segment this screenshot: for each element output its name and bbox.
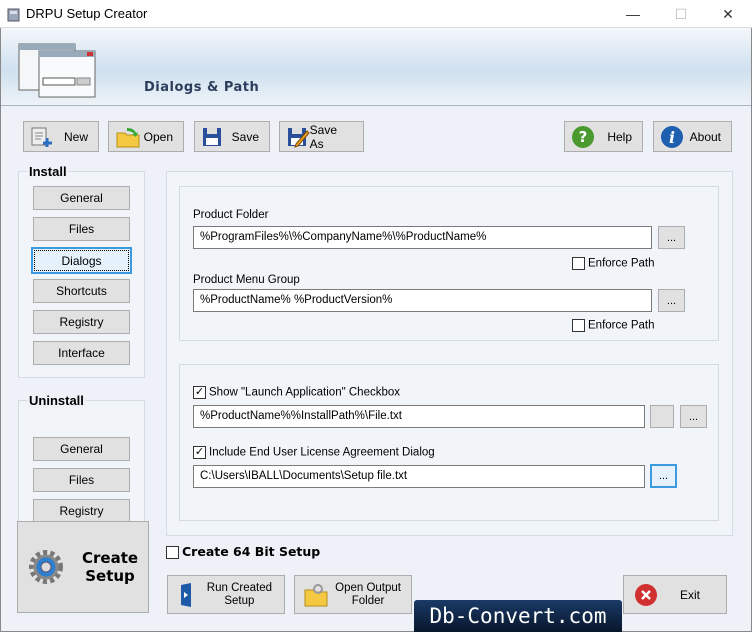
open-output-folder-button[interactable]: Open Output Folder [294, 575, 412, 614]
install-dialogs-button[interactable]: Dialogs [31, 247, 132, 274]
paths-group: Product Folder %ProgramFiles%\%CompanyNa… [179, 186, 719, 341]
gear-icon [29, 550, 63, 584]
menu-group-label: Product Menu Group [193, 274, 300, 286]
uninstall-files-button[interactable]: Files [33, 468, 130, 492]
launch-path-input[interactable]: %ProductName%%InstallPath%\File.txt [193, 405, 645, 428]
checkmark-icon[interactable]: ✓ [193, 386, 206, 399]
new-document-icon [31, 127, 52, 147]
content-panel: Product Folder %ProgramFiles%\%CompanyNa… [166, 171, 733, 536]
dialog-windows-icon [18, 43, 96, 98]
checkbox-icon[interactable] [572, 257, 585, 270]
menu-group-browse-button[interactable]: ... [658, 289, 685, 312]
product-folder-browse-button[interactable]: ... [658, 226, 685, 249]
open-folder-icon [116, 127, 140, 147]
checkbox-icon[interactable] [166, 546, 179, 559]
minimize-button[interactable]: — [618, 4, 648, 24]
install-group: Install General Files Dialogs Shortcuts … [18, 164, 145, 378]
create-setup-button[interactable]: Create Setup [17, 521, 149, 613]
run-created-setup-button[interactable]: Run Created Setup [167, 575, 285, 614]
help-icon: ? [572, 125, 594, 148]
uninstall-general-button[interactable]: General [33, 437, 130, 461]
uninstall-label: Uninstall [27, 393, 86, 408]
save-disk-icon [203, 127, 221, 146]
exit-x-icon [635, 583, 657, 606]
exit-button[interactable]: Exit [623, 575, 727, 614]
enforce-path-checkbox-1[interactable]: Enforce Path [572, 257, 654, 270]
launch-browse-button[interactable]: ... [680, 405, 707, 428]
open-button[interactable]: Open [108, 121, 184, 152]
main-window: Dialogs & Path New Open Save Save As ? H… [0, 28, 752, 632]
checkbox-icon[interactable] [572, 319, 585, 332]
launch-application-checkbox[interactable]: ✓ Show "Launch Application" Checkbox [193, 386, 400, 399]
eula-path-input[interactable]: C:\Users\IBALL\Documents\Setup file.txt [193, 465, 645, 488]
title-bar: DRPU Setup Creator — ☐ ✕ [0, 0, 752, 28]
svg-text:?: ? [579, 128, 588, 146]
app-icon [7, 8, 20, 22]
product-folder-label: Product Folder [193, 209, 269, 221]
page-title: Dialogs & Path [144, 80, 260, 95]
help-button[interactable]: ? Help [564, 121, 643, 152]
product-folder-input[interactable]: %ProgramFiles%\%CompanyName%\%ProductNam… [193, 226, 652, 249]
folder-icon [304, 583, 328, 606]
run-icon [181, 582, 191, 607]
new-button[interactable]: New [23, 121, 99, 152]
menu-group-input[interactable]: %ProductName% %ProductVersion% [193, 289, 652, 312]
maximize-button[interactable]: ☐ [666, 4, 696, 24]
launch-blank-button[interactable] [650, 405, 674, 428]
save-button[interactable]: Save [194, 121, 270, 152]
about-button[interactable]: i About [653, 121, 732, 152]
save-as-icon [288, 127, 310, 148]
info-icon: i [661, 125, 683, 148]
enforce-path-checkbox-2[interactable]: Enforce Path [572, 319, 654, 332]
install-general-button[interactable]: General [33, 186, 130, 210]
close-button[interactable]: ✕ [713, 4, 743, 24]
window-title: DRPU Setup Creator [26, 6, 148, 21]
create-64bit-checkbox[interactable]: Create 64 Bit Setup [166, 544, 320, 559]
eula-browse-button[interactable]: ... [650, 464, 677, 488]
svg-text:i: i [669, 128, 675, 147]
dialogs-group: ✓ Show "Launch Application" Checkbox %Pro… [179, 364, 719, 521]
header-banner: Dialogs & Path [1, 28, 751, 106]
eula-checkbox[interactable]: ✓ Include End User License Agreement Dial… [193, 446, 435, 459]
install-files-button[interactable]: Files [33, 217, 130, 241]
install-label: Install [27, 164, 69, 179]
watermark: Db-Convert.com [414, 600, 622, 632]
uninstall-registry-button[interactable]: Registry [33, 499, 130, 523]
uninstall-group: Uninstall General Files Registry [18, 393, 145, 530]
checkmark-icon[interactable]: ✓ [193, 446, 206, 459]
install-interface-button[interactable]: Interface [33, 341, 130, 365]
save-as-button[interactable]: Save As [279, 121, 364, 152]
install-shortcuts-button[interactable]: Shortcuts [33, 279, 130, 303]
install-registry-button[interactable]: Registry [33, 310, 130, 334]
